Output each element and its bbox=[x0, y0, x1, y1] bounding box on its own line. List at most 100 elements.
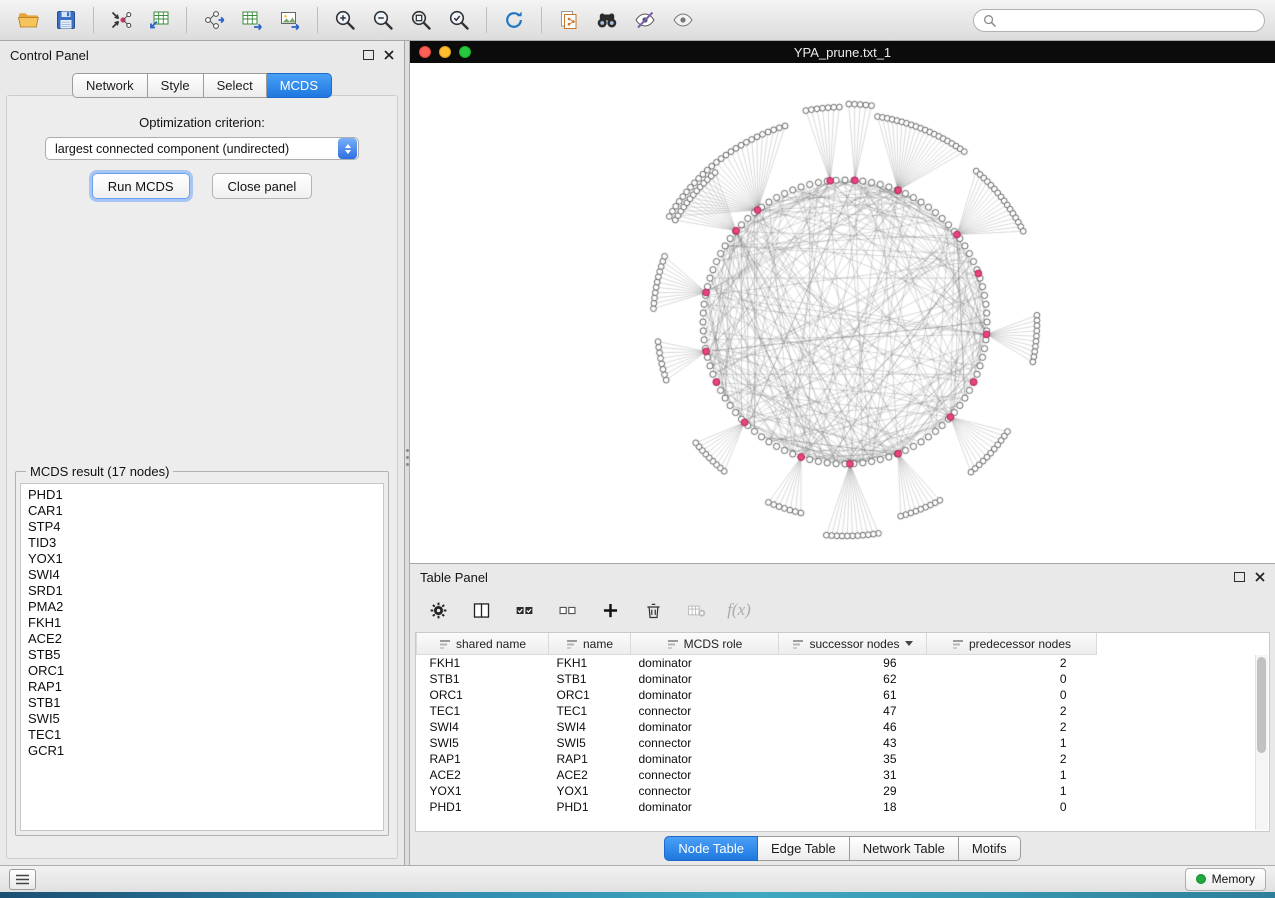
trash-icon bbox=[643, 600, 664, 621]
table-row[interactable]: TEC1TEC1connector472 bbox=[417, 703, 1270, 719]
zoom-out-icon bbox=[371, 8, 395, 32]
table-row[interactable]: ORC1ORC1dominator610 bbox=[417, 687, 1270, 703]
mcds-result-item[interactable]: SRD1 bbox=[28, 583, 376, 599]
tab-style[interactable]: Style bbox=[148, 73, 204, 98]
mcds-result-item[interactable]: STB5 bbox=[28, 647, 376, 663]
import-table-icon bbox=[147, 8, 171, 32]
run-mcds-button[interactable]: Run MCDS bbox=[92, 173, 190, 199]
column-header-mcds-role[interactable]: MCDS role bbox=[631, 633, 779, 655]
zoom-fit-button[interactable] bbox=[403, 4, 439, 36]
mcds-result-item[interactable]: FKH1 bbox=[28, 615, 376, 631]
undock-table-panel-icon[interactable] bbox=[1234, 572, 1245, 582]
mcds-result-item[interactable]: PMA2 bbox=[28, 599, 376, 615]
import-network-button[interactable] bbox=[103, 4, 139, 36]
memory-button[interactable]: Memory bbox=[1185, 868, 1266, 891]
mcds-result-item[interactable]: STP4 bbox=[28, 519, 376, 535]
table-row[interactable]: SWI5SWI5connector431 bbox=[417, 735, 1270, 751]
tab-mcds[interactable]: MCDS bbox=[267, 73, 332, 98]
refresh-icon bbox=[502, 8, 526, 32]
control-panel-header: Control Panel bbox=[0, 41, 404, 69]
save-button[interactable] bbox=[48, 4, 84, 36]
application-window: Control Panel Network Style Select MCDS … bbox=[0, 0, 1275, 898]
close-panel-button[interactable]: Close panel bbox=[212, 173, 313, 199]
network-view-window: YPA_prune.txt_1 bbox=[410, 41, 1275, 563]
undock-panel-icon[interactable] bbox=[363, 50, 374, 60]
table-row[interactable]: RAP1RAP1dominator352 bbox=[417, 751, 1270, 767]
table-row[interactable]: PHD1PHD1dominator180 bbox=[417, 799, 1270, 815]
open-file-button[interactable] bbox=[10, 4, 46, 36]
tab-edge-table[interactable]: Edge Table bbox=[758, 836, 850, 861]
column-header-name[interactable]: name bbox=[549, 633, 631, 655]
mcds-result-item[interactable]: CAR1 bbox=[28, 503, 376, 519]
import-table-button[interactable] bbox=[141, 4, 177, 36]
eye-slash-icon bbox=[633, 8, 657, 32]
mcds-tab-pane: Optimization criterion: largest connecte… bbox=[6, 95, 398, 859]
network-window-titlebar: YPA_prune.txt_1 bbox=[410, 41, 1275, 63]
column-header-predecessor-nodes[interactable]: predecessor nodes bbox=[927, 633, 1097, 655]
toolbar-separator bbox=[541, 7, 542, 33]
table-row[interactable]: ACE2ACE2connector311 bbox=[417, 767, 1270, 783]
sort-descending-icon bbox=[905, 641, 913, 646]
close-window-button[interactable] bbox=[419, 46, 431, 58]
zoom-out-button[interactable] bbox=[365, 4, 401, 36]
refresh-button[interactable] bbox=[496, 4, 532, 36]
show-columns-button[interactable] bbox=[469, 598, 493, 622]
column-menu-icon bbox=[952, 638, 964, 650]
mcds-result-item[interactable]: TEC1 bbox=[28, 727, 376, 743]
delete-column-button[interactable] bbox=[641, 598, 665, 622]
mcds-result-item[interactable]: RAP1 bbox=[28, 679, 376, 695]
tab-network-table[interactable]: Network Table bbox=[850, 836, 959, 861]
maximize-window-button[interactable] bbox=[459, 46, 471, 58]
delete-table-button[interactable] bbox=[684, 598, 708, 622]
add-column-button[interactable] bbox=[598, 598, 622, 622]
mcds-result-item[interactable]: GCR1 bbox=[28, 743, 376, 759]
table-row[interactable]: SWI4SWI4dominator462 bbox=[417, 719, 1270, 735]
hide-selected-button[interactable] bbox=[627, 4, 663, 36]
search-box bbox=[973, 9, 1265, 32]
select-all-button[interactable] bbox=[512, 598, 536, 622]
minimize-window-button[interactable] bbox=[439, 46, 451, 58]
optimization-criterion-select[interactable]: largest connected component (undirected) bbox=[45, 137, 359, 160]
table-row[interactable]: FKH1FKH1dominator962 bbox=[417, 655, 1270, 672]
table-scrollbar[interactable] bbox=[1255, 655, 1268, 830]
eye-icon bbox=[671, 8, 695, 32]
task-history-button[interactable] bbox=[9, 869, 36, 890]
mcds-result-item[interactable]: ORC1 bbox=[28, 663, 376, 679]
export-image-button[interactable] bbox=[272, 4, 308, 36]
share-document-button[interactable] bbox=[551, 4, 587, 36]
tab-motifs[interactable]: Motifs bbox=[959, 836, 1021, 861]
export-network-button[interactable] bbox=[196, 4, 232, 36]
mcds-result-item[interactable]: STB1 bbox=[28, 695, 376, 711]
tab-select[interactable]: Select bbox=[204, 73, 267, 98]
column-header-filler bbox=[1097, 633, 1270, 655]
mcds-result-item[interactable]: TID3 bbox=[28, 535, 376, 551]
function-builder-button[interactable]: f(x) bbox=[727, 598, 751, 622]
search-input[interactable] bbox=[1002, 12, 1255, 28]
mcds-result-item[interactable]: PHD1 bbox=[28, 487, 376, 503]
close-panel-icon[interactable] bbox=[384, 50, 394, 60]
zoom-in-button[interactable] bbox=[327, 4, 363, 36]
table-row[interactable]: STB1STB1dominator620 bbox=[417, 671, 1270, 687]
show-all-button[interactable] bbox=[665, 4, 701, 36]
export-table-icon bbox=[240, 8, 264, 32]
network-canvas[interactable] bbox=[410, 63, 1275, 563]
mcds-result-item[interactable]: YOX1 bbox=[28, 551, 376, 567]
mcds-result-item[interactable]: SWI5 bbox=[28, 711, 376, 727]
deselect-all-button[interactable] bbox=[555, 598, 579, 622]
column-header-successor-nodes[interactable]: successor nodes bbox=[779, 633, 927, 655]
mcds-result-item[interactable]: SWI4 bbox=[28, 567, 376, 583]
main-area: Control Panel Network Style Select MCDS … bbox=[0, 41, 1275, 865]
export-table-button[interactable] bbox=[234, 4, 270, 36]
table-tabbar: Node Table Edge Table Network Table Moti… bbox=[410, 836, 1275, 861]
close-table-panel-icon[interactable] bbox=[1255, 572, 1265, 582]
table-row[interactable]: YOX1YOX1connector291 bbox=[417, 783, 1270, 799]
tab-node-table[interactable]: Node Table bbox=[664, 836, 758, 861]
tab-network[interactable]: Network bbox=[72, 73, 148, 98]
column-header-shared-name[interactable]: shared name bbox=[417, 633, 549, 655]
table-settings-button[interactable] bbox=[426, 598, 450, 622]
zoom-selected-button[interactable] bbox=[441, 4, 477, 36]
table-scrollbar-thumb[interactable] bbox=[1257, 657, 1266, 753]
mcds-result-list[interactable]: PHD1CAR1STP4TID3YOX1SWI4SRD1PMA2FKH1ACE2… bbox=[20, 483, 384, 831]
find-button[interactable] bbox=[589, 4, 625, 36]
mcds-result-item[interactable]: ACE2 bbox=[28, 631, 376, 647]
